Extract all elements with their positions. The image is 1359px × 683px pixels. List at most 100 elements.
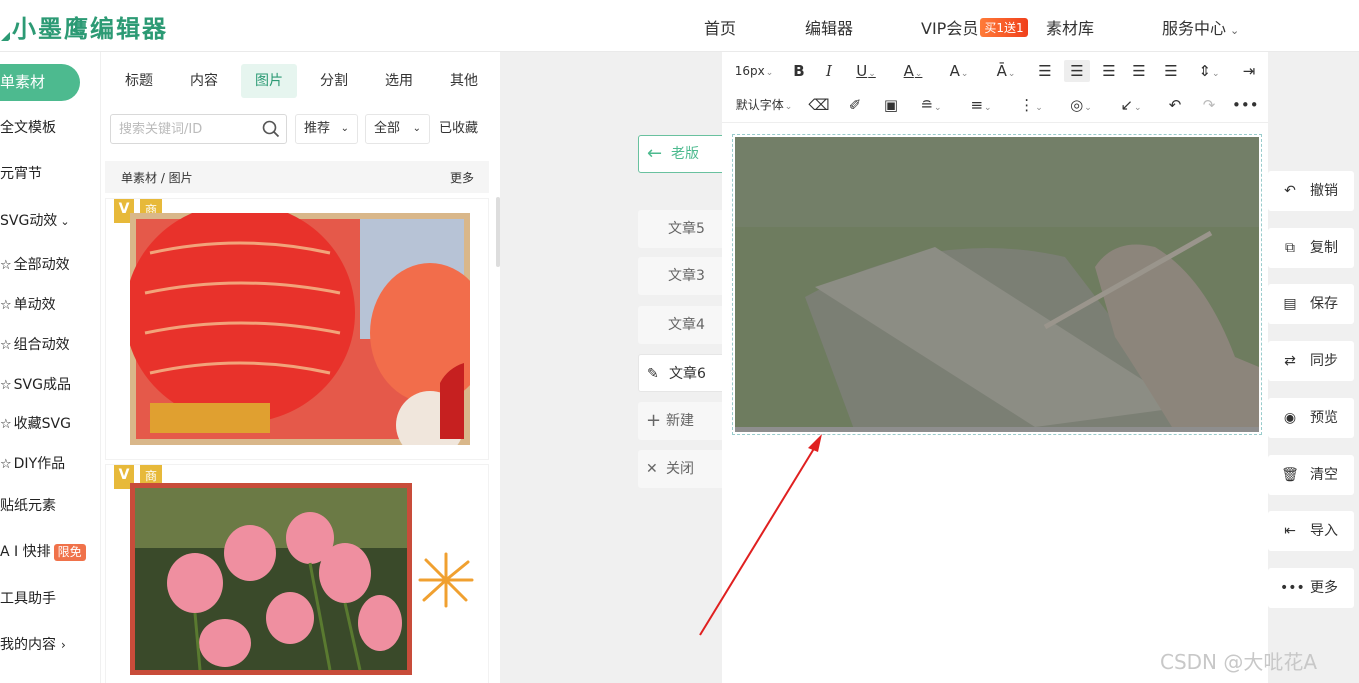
doc-tab-article5[interactable]: 文章5: [638, 210, 728, 248]
tab-image[interactable]: 图片: [241, 64, 297, 98]
filter-dropdown[interactable]: 全部 ⌄: [365, 114, 430, 144]
save-icon: ▤: [1283, 296, 1297, 312]
clear-button[interactable]: 🗑 清空: [1268, 455, 1354, 495]
undo-icon: ↶: [1284, 183, 1296, 199]
breadcrumb-bar: 单素材 / 图片 更多: [105, 161, 489, 193]
nav-vip-label: VIP会员: [921, 19, 979, 38]
more-link[interactable]: 更多: [450, 169, 474, 186]
material-card-lantern[interactable]: V 商: [105, 198, 489, 460]
import-button[interactable]: ⇤ 导入: [1268, 511, 1354, 551]
preview-button[interactable]: ◉ 预览: [1268, 398, 1354, 438]
redo-icon[interactable]: ↷: [1198, 94, 1220, 116]
format-brush-icon[interactable]: ✐: [842, 94, 868, 116]
italic-icon[interactable]: I: [818, 60, 840, 82]
selected-image-block[interactable]: [732, 134, 1262, 435]
sidebar-item-svg-animation[interactable]: SVG动效 ⌄: [0, 209, 70, 233]
align-left-icon[interactable]: ☰: [1034, 60, 1056, 82]
sidebar-item-my-content[interactable]: 我的内容 ›: [0, 633, 66, 657]
vip-promo-badge: 买1送1: [980, 18, 1028, 37]
bold-icon[interactable]: B: [788, 60, 810, 82]
chevron-down-icon: ⌄: [60, 215, 70, 228]
nav-materials[interactable]: 素材库: [1046, 15, 1094, 39]
image-icon[interactable]: ▣: [878, 94, 904, 116]
tab-content[interactable]: 内容: [176, 64, 232, 98]
doc-tab-article4[interactable]: 文章4: [638, 306, 728, 344]
underline-icon[interactable]: U⌄: [848, 60, 884, 82]
sidebar-item-label: 收藏SVG: [13, 416, 71, 432]
highlight-color-icon[interactable]: A⌄: [940, 60, 978, 82]
sidebar-item-full-template[interactable]: 全文模板: [0, 116, 56, 140]
nav-editor[interactable]: 编辑器: [805, 15, 853, 39]
sidebar-item-single-material[interactable]: 单素材: [0, 64, 80, 101]
eraser-icon[interactable]: ⌫: [806, 94, 832, 116]
clear-label: 清空: [1310, 467, 1338, 483]
nav-service[interactable]: 服务中心 ⌄: [1162, 15, 1239, 39]
sync-button[interactable]: ⇄ 同步: [1268, 341, 1354, 381]
material-card-tulips[interactable]: V 商: [105, 464, 489, 683]
line-height-icon[interactable]: ⇕⌄: [1190, 60, 1228, 82]
indent-icon[interactable]: ☰: [1160, 60, 1182, 82]
sidebar-item-ai-layout[interactable]: A I 快排 限免: [0, 540, 86, 564]
undo-button[interactable]: ↶ 撤销: [1268, 171, 1354, 211]
search-input[interactable]: [119, 115, 259, 143]
doc-tab-article6[interactable]: ✎ 文章6: [638, 354, 728, 392]
toolbar-row-1: 16px⌄ B I U⌄ A⌄ A⌄ Ā⌄ ☰ ☰ ☰ ☰ ☰ ⇕⌄ ⇥: [722, 54, 1268, 88]
align-center-icon[interactable]: ☰: [1064, 60, 1090, 82]
old-version-button[interactable]: ← 老版: [638, 135, 728, 173]
logo-text: 小墨鹰编辑器: [12, 14, 168, 43]
search-icon[interactable]: [262, 120, 280, 138]
logo[interactable]: 小墨鹰编辑器: [0, 9, 168, 43]
font-family-value: 默认字体: [735, 98, 784, 112]
sidebar-item-label: 全部动效: [13, 257, 70, 273]
tab-other[interactable]: 其他: [436, 64, 492, 98]
text-effect-icon[interactable]: Ā⌄: [986, 60, 1026, 82]
star-icon: ☆: [0, 298, 12, 313]
font-family-select[interactable]: 默认字体⌄: [730, 94, 798, 116]
tab-title[interactable]: 标题: [111, 64, 167, 98]
nav-vip[interactable]: VIP会员 买1送1: [921, 15, 1028, 39]
nav-home[interactable]: 首页: [704, 15, 736, 39]
paragraph-spacing-icon[interactable]: ≘⌄: [912, 94, 950, 116]
plus-icon: +: [646, 410, 662, 431]
sidebar-item-single-animation[interactable]: ☆ 单动效: [0, 293, 56, 317]
doc-tab-article3[interactable]: 文章3: [638, 257, 728, 295]
import-label: 导入: [1310, 523, 1338, 539]
sidebar-item-tools[interactable]: 工具助手: [0, 587, 56, 611]
undo-icon[interactable]: ↶: [1164, 94, 1186, 116]
tab-divider[interactable]: 分割: [306, 64, 362, 98]
divider-icon[interactable]: ≡⌄: [962, 94, 1000, 116]
sidebar-item-svg-finished[interactable]: ☆ SVG成品: [0, 373, 71, 397]
panel-scrollbar[interactable]: [496, 197, 500, 267]
copy-label: 复制: [1310, 240, 1338, 256]
writing-photo: [735, 137, 1259, 432]
sidebar-item-stickers[interactable]: 贴纸元素: [0, 494, 56, 518]
align-justify-icon[interactable]: ☰: [1128, 60, 1150, 82]
arrow-icon[interactable]: ↙⌄: [1112, 94, 1150, 116]
margin-icon[interactable]: ⋮⌄: [1012, 94, 1050, 116]
sidebar-item-combo-animation[interactable]: ☆ 组合动效: [0, 333, 70, 357]
align-right-icon[interactable]: ☰: [1098, 60, 1120, 82]
font-size-select[interactable]: 16px⌄: [730, 60, 778, 82]
more-button[interactable]: ••• 更多: [1268, 568, 1354, 608]
top-header: 小墨鹰编辑器 首页 编辑器 VIP会员 买1送1 素材库 服务中心 ⌄: [0, 0, 1359, 52]
bulb-icon[interactable]: ◎⌄: [1062, 94, 1100, 116]
watermark: CSDN @大吡花A: [1160, 650, 1318, 674]
sidebar-item-label: DIY作品: [13, 456, 66, 472]
copy-button[interactable]: ⧉ 复制: [1268, 228, 1354, 268]
tab-selected[interactable]: 选用: [371, 64, 427, 98]
more-icon[interactable]: •••: [1232, 94, 1259, 116]
chevron-right-icon: ›: [61, 638, 66, 652]
favorites-link[interactable]: 已收藏: [439, 114, 478, 144]
sidebar-item-lantern-festival[interactable]: 元宵节: [0, 162, 42, 186]
sidebar-item-diy-works[interactable]: ☆ DIY作品: [0, 452, 65, 476]
sidebar-item-favorite-svg[interactable]: ☆ 收藏SVG: [0, 412, 71, 436]
exit-icon[interactable]: ⇥: [1238, 60, 1260, 82]
breadcrumb: 单素材 / 图片: [121, 171, 193, 185]
save-button[interactable]: ▤ 保存: [1268, 284, 1354, 324]
sidebar-item-all-animations[interactable]: ☆ 全部动效: [0, 253, 70, 277]
copy-icon: ⧉: [1285, 240, 1295, 256]
nav-service-label: 服务中心: [1162, 19, 1227, 38]
filter-dropdown-value: 全部: [374, 121, 401, 136]
sort-dropdown[interactable]: 推荐 ⌄: [295, 114, 358, 144]
font-color-icon[interactable]: A⌄: [894, 60, 932, 82]
